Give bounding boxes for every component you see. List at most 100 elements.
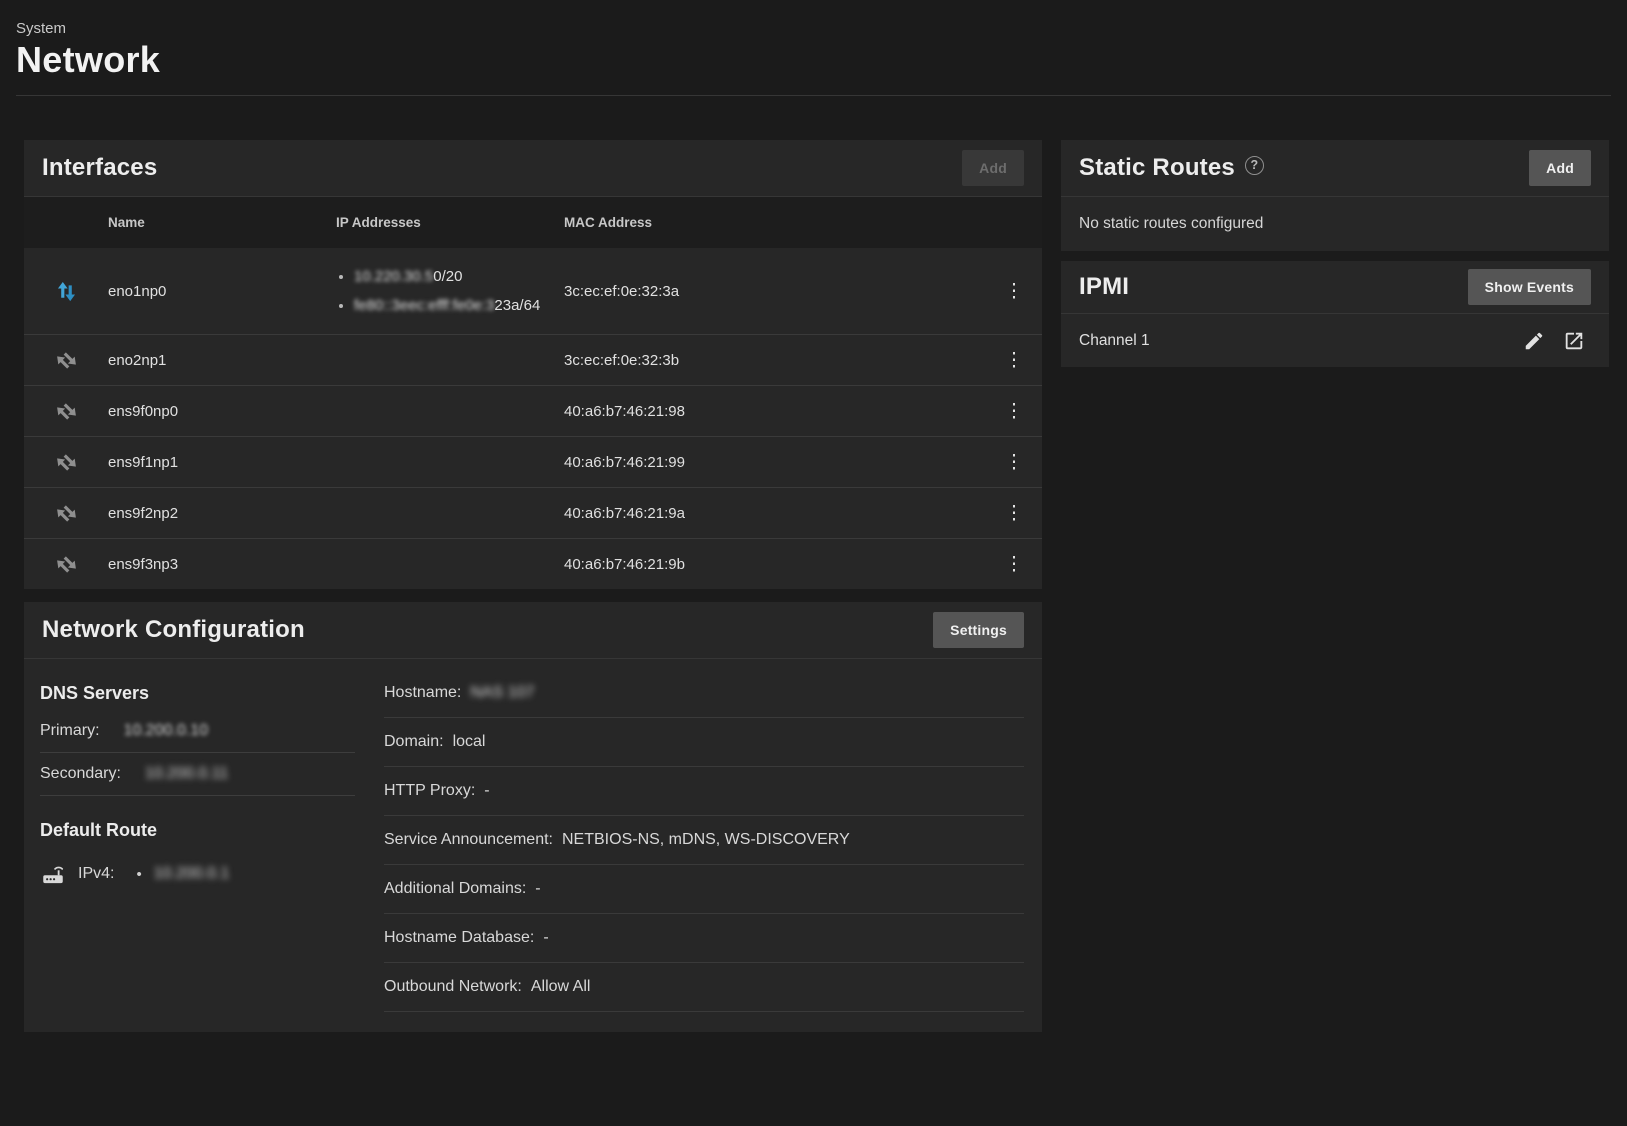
route-bullet: • (136, 866, 141, 883)
ipmi-header: IPMI Show Events (1061, 261, 1609, 314)
interface-down-icon (53, 347, 80, 374)
config-detail-row: Hostname: NAS 107 (384, 669, 1024, 718)
interface-down-icon (47, 392, 85, 430)
interface-mac-address: 3c:ec:ef:0e:32:3a (564, 283, 986, 300)
kebab-menu-icon[interactable]: ⋮ (997, 278, 1032, 305)
interfaces-table-header: Name IP Addresses MAC Address (24, 197, 1042, 248)
content-area: Interfaces Add Name IP Addresses MAC Add… (0, 96, 1627, 1032)
interface-name: eno1np0 (108, 283, 336, 300)
dns-primary-label: Primary: (40, 722, 100, 740)
network-config-card: Network Configuration Settings DNS Serve… (24, 602, 1042, 1032)
interface-name: ens9f3np3 (108, 556, 336, 573)
network-config-body: DNS Servers Primary: 10.200.0.10 Seconda… (24, 659, 1042, 1032)
config-detail-row: Hostname Database:- (384, 914, 1024, 963)
interface-up-icon (53, 278, 80, 305)
left-column: Interfaces Add Name IP Addresses MAC Add… (24, 140, 1042, 1032)
config-detail-value: - (543, 929, 548, 947)
interfaces-card: Interfaces Add Name IP Addresses MAC Add… (24, 140, 1042, 589)
config-detail-label: Domain: (384, 733, 444, 751)
config-detail-label: Additional Domains: (384, 880, 526, 898)
kebab-menu-icon[interactable]: ⋮ (997, 398, 1032, 425)
ipmi-channel-row: Channel 1 (1061, 314, 1609, 367)
static-routes-empty-text: No static routes configured (1061, 197, 1609, 251)
dns-secondary-row: Secondary: 10.200.0.11 (40, 753, 355, 796)
interfaces-add-button[interactable]: Add (962, 150, 1024, 186)
config-detail-row: HTTP Proxy:- (384, 767, 1024, 816)
interface-name: eno2np1 (108, 352, 336, 369)
help-icon[interactable]: ? (1245, 156, 1264, 175)
interface-up-icon (53, 278, 80, 305)
interface-row: ens9f1np1 40:a6:b7:46:21:99 ⋮ (24, 436, 1042, 487)
static-routes-title-text: Static Routes (1079, 154, 1235, 182)
interface-down-icon (47, 545, 85, 583)
config-detail-value: Allow All (531, 978, 591, 996)
interface-name: ens9f0np0 (108, 403, 336, 420)
network-config-left-pane: DNS Servers Primary: 10.200.0.10 Seconda… (40, 659, 355, 1012)
dns-servers-heading: DNS Servers (40, 683, 355, 704)
config-detail-value: local (453, 733, 486, 751)
page-header: System Network (0, 0, 1627, 96)
ipmi-actions (1521, 328, 1587, 354)
config-detail-row: Domain: local (384, 718, 1024, 767)
interfaces-card-header: Interfaces Add (24, 140, 1042, 197)
interface-row: ens9f3np3 40:a6:b7:46:21:9b ⋮ (24, 538, 1042, 589)
mac-column-header: MAC Address (564, 215, 986, 230)
kebab-menu-icon[interactable]: ⋮ (997, 449, 1032, 476)
network-config-header: Network Configuration Settings (24, 602, 1042, 659)
network-config-right-pane: Hostname: NAS 107 Domain: local HTTP Proxy:-… (384, 669, 1024, 1012)
kebab-menu-icon[interactable]: ⋮ (997, 347, 1032, 374)
static-routes-card: Static Routes ? Add No static routes con… (1061, 140, 1609, 251)
interface-name: ens9f1np1 (108, 454, 336, 471)
config-detail-value: - (484, 782, 489, 800)
interface-mac-address: 40:a6:b7:46:21:9b (564, 556, 986, 573)
network-config-title: Network Configuration (42, 616, 305, 644)
interface-row: eno2np13c:ec:ef:0e:32:3b⋮ (24, 334, 1042, 385)
interface-ip-addresses: 10.220.30.50/20fe80::3eec:efff:fe0e:323a… (336, 262, 564, 320)
config-detail-value: - (535, 880, 540, 898)
name-column-header: Name (108, 215, 336, 230)
kebab-menu-icon[interactable]: ⋮ (997, 500, 1032, 527)
interface-row: ens9f0np0 40:a6:b7:46:21:98 ⋮ (24, 385, 1042, 436)
right-column: Static Routes ? Add No static routes con… (1061, 140, 1609, 367)
config-detail-row: Service Announcement:NETBIOS-NS, mDNS, W… (384, 816, 1024, 865)
ip-address-item: 10.220.30.50/20 (354, 262, 551, 291)
interface-mac-address: 40:a6:b7:46:21:98 (564, 403, 986, 420)
static-routes-header: Static Routes ? Add (1061, 140, 1609, 197)
ipmi-show-events-button[interactable]: Show Events (1468, 269, 1591, 305)
config-detail-label: Hostname: (384, 684, 461, 702)
ip-address-item: fe80::3eec:efff:fe0e:323a/64 (354, 291, 551, 320)
ipv4-value: 10.200.0.1 (154, 865, 230, 883)
config-detail-label: Hostname Database: (384, 929, 534, 947)
dns-primary-value: 10.200.0.10 (124, 722, 209, 740)
dns-secondary-label: Secondary: (40, 765, 121, 783)
static-routes-title: Static Routes ? (1079, 154, 1264, 182)
static-routes-add-button[interactable]: Add (1529, 150, 1591, 186)
breadcrumb[interactable]: System (16, 20, 1611, 37)
config-detail-row: Additional Domains:- (384, 865, 1024, 914)
router-icon (40, 861, 66, 887)
edit-pencil-icon[interactable] (1521, 328, 1547, 354)
interface-down-icon (47, 494, 85, 532)
interface-down-icon (53, 398, 80, 425)
interface-mac-address: 40:a6:b7:46:21:9a (564, 505, 986, 522)
network-config-settings-button[interactable]: Settings (933, 612, 1024, 648)
interface-row: ens9f2np2 40:a6:b7:46:21:9a ⋮ (24, 487, 1042, 538)
interface-down-icon (47, 341, 85, 379)
ipmi-card: IPMI Show Events Channel 1 (1061, 261, 1609, 367)
page-title: Network (16, 39, 1611, 81)
interface-down-icon (53, 449, 80, 476)
interface-name: ens9f2np2 (108, 505, 336, 522)
interface-down-icon (47, 443, 85, 481)
interface-down-icon (53, 500, 80, 527)
interfaces-title: Interfaces (42, 154, 157, 182)
interface-mac-address: 40:a6:b7:46:21:99 (564, 454, 986, 471)
open-in-new-icon[interactable] (1561, 328, 1587, 354)
kebab-menu-icon[interactable]: ⋮ (997, 551, 1032, 578)
config-detail-value: NAS 107 (470, 684, 534, 702)
interface-row: eno1np010.220.30.50/20fe80::3eec:efff:fe… (24, 248, 1042, 334)
ip-column-header: IP Addresses (336, 215, 564, 230)
config-detail-label: Service Announcement: (384, 831, 553, 849)
ipmi-channel-label: Channel 1 (1079, 332, 1150, 350)
config-detail-label: Outbound Network: (384, 978, 522, 996)
ipmi-title: IPMI (1079, 273, 1129, 301)
